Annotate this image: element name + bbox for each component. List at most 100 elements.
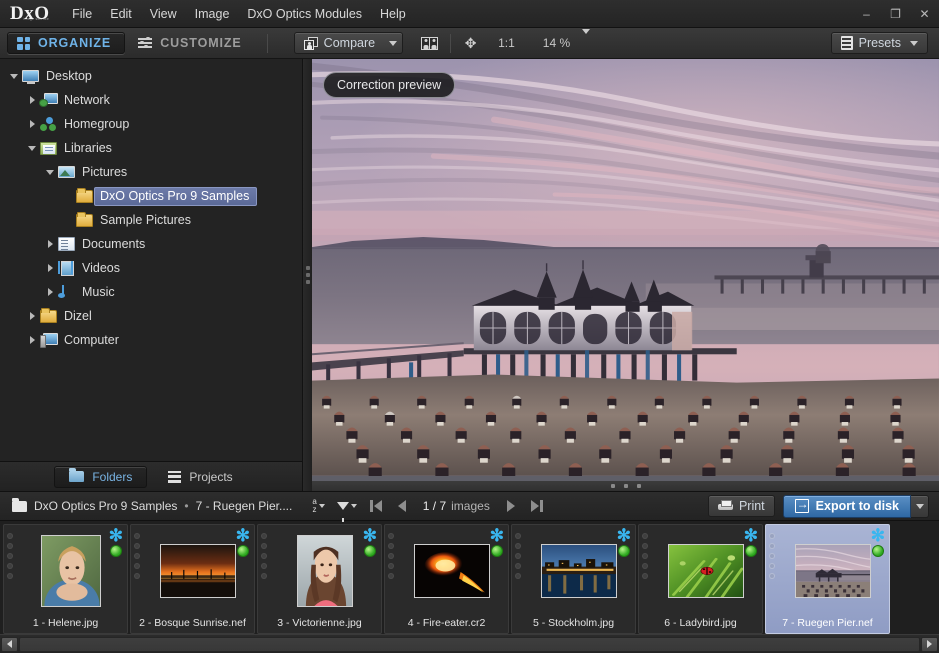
thumbnail-body: ✻: [131, 525, 254, 613]
rating-dots[interactable]: [8, 534, 12, 578]
tree-item-desktop[interactable]: Desktop: [0, 64, 302, 88]
rating-dots[interactable]: [389, 534, 393, 578]
thumbnail-filename: 6 - Ladybird.jpg: [664, 617, 737, 629]
new-image-star-icon: ✻: [362, 526, 377, 545]
libraries-icon: [40, 141, 57, 155]
rating-dots[interactable]: [770, 534, 774, 578]
tab-customize[interactable]: CUSTOMIZE: [129, 33, 254, 53]
twisty-collapsed-icon[interactable]: [24, 96, 40, 104]
rating-dots[interactable]: [516, 534, 520, 578]
last-arrow-icon: [531, 500, 540, 512]
homegroup-icon: [40, 117, 57, 131]
filmstrip-thumbnail[interactable]: ✻ 3 - Victorienne.jpg: [257, 524, 382, 634]
rating-dots[interactable]: [643, 534, 647, 578]
menu-edit[interactable]: Edit: [101, 3, 141, 25]
scroll-left-icon: [7, 640, 12, 648]
menu-bar: DxO image science File Edit View Image D…: [0, 0, 939, 28]
scrollbar-track[interactable]: [19, 636, 920, 652]
twisty-expanded-icon[interactable]: [42, 169, 58, 175]
rating-dots[interactable]: [262, 534, 266, 578]
preview-splitter[interactable]: [312, 481, 939, 491]
filmstrip[interactable]: ✻ 1 - Helene.jpg ✻ 2 - Bosque Sunrise.nef ✻ 3…: [0, 521, 939, 634]
tree-item-computer[interactable]: Computer: [0, 328, 302, 352]
menu-file[interactable]: File: [63, 3, 101, 25]
filmstrip-thumbnail[interactable]: ✻ 5 - Stockholm.jpg: [511, 524, 636, 634]
menu-dxo-optics-modules[interactable]: DxO Optics Modules: [238, 3, 371, 25]
presets-button[interactable]: Presets: [830, 32, 928, 54]
thumbnail-image: [40, 535, 101, 607]
rating-dots[interactable]: [135, 534, 139, 578]
tree-item-pictures[interactable]: Pictures: [0, 160, 302, 184]
compare-button[interactable]: Compare: [293, 32, 385, 54]
last-image-button[interactable]: [524, 493, 550, 519]
close-icon[interactable]: ✕: [910, 0, 939, 28]
zoom-level-label[interactable]: 14 %: [539, 36, 574, 50]
thumbnail-image: [667, 544, 744, 598]
breadcrumb-separator: •: [184, 499, 189, 513]
menu-image[interactable]: Image: [186, 3, 239, 25]
menu-view[interactable]: View: [141, 3, 186, 25]
printer-icon: [717, 499, 733, 513]
sidebar-tab-folders-label: Folders: [92, 469, 133, 484]
main-area: Desktop Network Homegroup Libraries Pictures…: [0, 59, 939, 491]
compare-dropdown-button[interactable]: [384, 32, 404, 54]
filmstrip-thumbnail[interactable]: ✻ 2 - Bosque Sunrise.nef: [130, 524, 255, 634]
sidebar-tab-folders[interactable]: Folders: [54, 465, 148, 488]
scroll-left-button[interactable]: [1, 636, 18, 652]
previous-image-button[interactable]: [389, 493, 415, 519]
twisty-collapsed-icon[interactable]: [24, 120, 40, 128]
thumbnail-body: ✻: [512, 525, 635, 613]
twisty-collapsed-icon[interactable]: [42, 288, 58, 296]
zoom-1-1-button[interactable]: 1:1: [494, 36, 519, 50]
pan-tool-icon[interactable]: ✥: [463, 35, 478, 51]
new-image-star-icon: ✻: [489, 526, 504, 545]
filter-button[interactable]: [331, 502, 363, 522]
dual-view-button[interactable]: [421, 36, 439, 50]
minimize-icon[interactable]: –: [852, 0, 881, 28]
menu-help[interactable]: Help: [371, 3, 415, 25]
folder-tree[interactable]: Desktop Network Homegroup Libraries Pictures…: [0, 59, 302, 461]
preview-photo-ruegen-pier: [312, 59, 939, 476]
export-to-disk-button[interactable]: Export to disk: [782, 494, 911, 518]
twisty-expanded-icon[interactable]: [6, 73, 22, 79]
folder-icon: [69, 468, 85, 482]
scroll-right-button[interactable]: [921, 636, 938, 652]
tree-item-homegroup[interactable]: Homegroup: [0, 112, 302, 136]
twisty-collapsed-icon[interactable]: [24, 312, 40, 320]
twisty-expanded-icon[interactable]: [24, 145, 40, 151]
tree-item-documents[interactable]: Documents: [0, 232, 302, 256]
twisty-collapsed-icon[interactable]: [42, 264, 58, 272]
tree-item-network[interactable]: Network: [0, 88, 302, 112]
tree-item-libraries[interactable]: Libraries: [0, 136, 302, 160]
tree-item-music[interactable]: Music: [0, 280, 302, 304]
filmstrip-thumbnail[interactable]: ✻ 4 - Fire-eater.cr2: [384, 524, 509, 634]
preview-image-container[interactable]: Correction preview: [312, 59, 939, 481]
tree-item-videos[interactable]: Videos: [0, 256, 302, 280]
breadcrumb-folder[interactable]: DxO Optics Pro 9 Samples: [34, 499, 177, 513]
export-dropdown-button[interactable]: [911, 494, 929, 518]
filmstrip-scrollbar[interactable]: [0, 634, 939, 653]
filmstrip-thumbnail[interactable]: ✻ 6 - Ladybird.jpg: [638, 524, 763, 634]
filmstrip-thumbnail[interactable]: ✻ 1 - Helene.jpg: [3, 524, 128, 634]
first-image-button[interactable]: [363, 493, 389, 519]
sidebar-splitter[interactable]: [303, 59, 312, 491]
chevron-down-icon: [582, 29, 591, 51]
breadcrumb-file[interactable]: 7 - Ruegen Pier....: [196, 499, 293, 513]
tree-item-sample-pictures[interactable]: Sample Pictures: [0, 208, 302, 232]
monitor-icon: [22, 70, 39, 84]
tab-organize[interactable]: ORGANIZE: [7, 32, 126, 54]
twisty-collapsed-icon[interactable]: [42, 240, 58, 248]
next-image-button[interactable]: [498, 493, 524, 519]
tree-item-label: Sample Pictures: [100, 212, 192, 227]
zoom-dropdown-button[interactable]: [578, 29, 594, 52]
tree-item-dxo-optics-pro-9-samples[interactable]: DxO Optics Pro 9 Samples: [0, 184, 302, 208]
network-icon: [40, 93, 58, 107]
maximize-icon[interactable]: ❐: [881, 0, 910, 28]
filmstrip-thumbnail[interactable]: ✻ 7 - Ruegen Pier.nef: [765, 524, 890, 634]
tree-item-dizel[interactable]: Dizel: [0, 304, 302, 328]
folder-icon: [40, 307, 57, 323]
sidebar-tab-projects[interactable]: Projects: [153, 466, 247, 488]
print-button[interactable]: Print: [707, 495, 775, 517]
twisty-collapsed-icon[interactable]: [24, 336, 40, 344]
sort-button[interactable]: az: [306, 498, 330, 514]
